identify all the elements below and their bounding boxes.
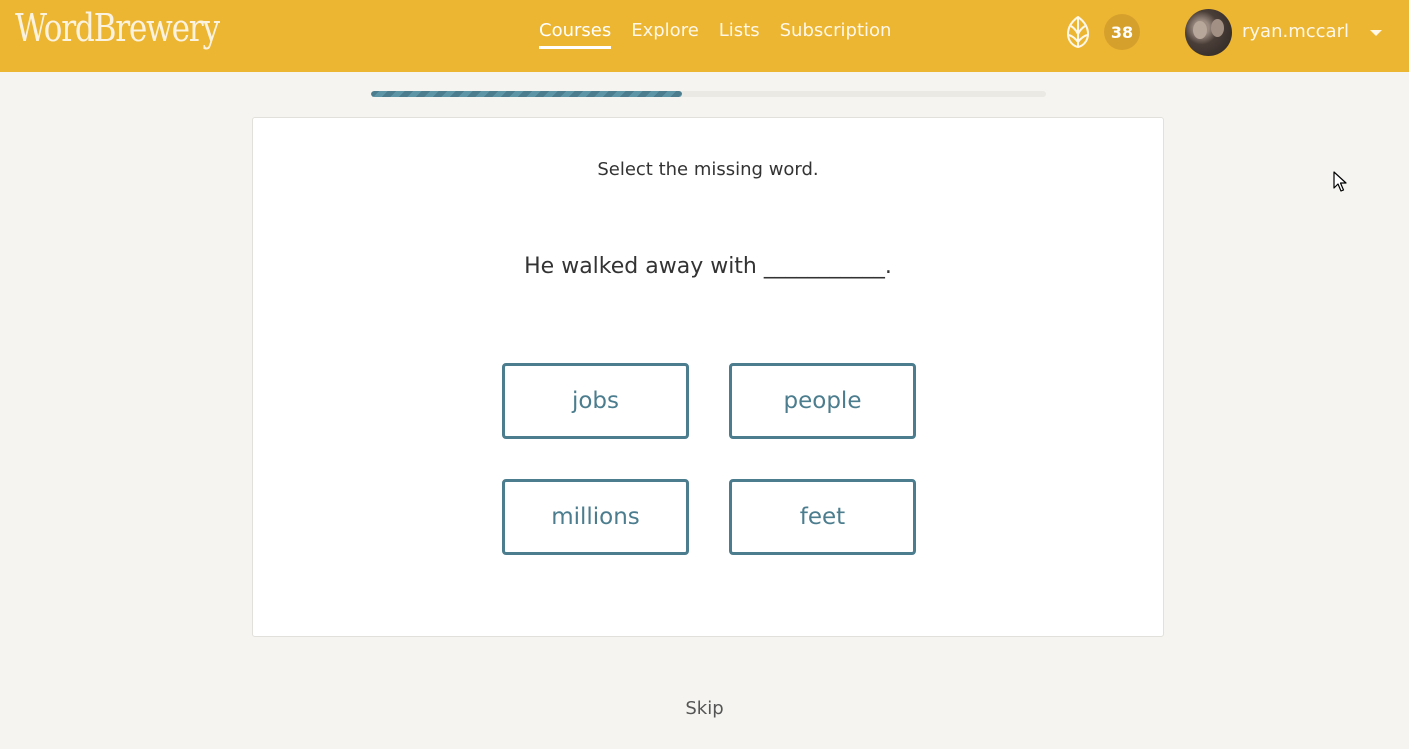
nav-subscription[interactable]: Subscription <box>780 20 892 49</box>
answer-option-millions[interactable]: millions <box>502 479 689 555</box>
progress-bar <box>371 91 1046 97</box>
nav-explore[interactable]: Explore <box>631 20 699 49</box>
main-nav: Courses Explore Lists Subscription <box>539 20 891 49</box>
chevron-down-icon[interactable] <box>1370 30 1382 36</box>
answer-option-people[interactable]: people <box>729 363 916 439</box>
avatar[interactable] <box>1185 9 1232 56</box>
exercise-card: Select the missing word. He walked away … <box>252 117 1164 637</box>
mouse-cursor-icon <box>1333 171 1347 192</box>
exercise-sentence: He walked away with ___________. <box>524 254 892 279</box>
wordbrewery-logo[interactable]: WordBrewery <box>15 6 220 50</box>
nav-lists[interactable]: Lists <box>719 20 760 49</box>
nav-courses[interactable]: Courses <box>539 20 612 49</box>
username[interactable]: ryan.mccarl <box>1242 21 1349 42</box>
answer-option-jobs[interactable]: jobs <box>502 363 689 439</box>
progress-fill <box>371 91 682 97</box>
exercise-instruction: Select the missing word. <box>597 159 819 180</box>
skip-link[interactable]: Skip <box>0 698 1409 719</box>
top-navbar: WordBrewery Courses Explore Lists Subscr… <box>0 0 1409 72</box>
answer-option-feet[interactable]: feet <box>729 479 916 555</box>
hop-icon[interactable] <box>1062 14 1094 50</box>
score-badge[interactable]: 38 <box>1104 14 1140 50</box>
